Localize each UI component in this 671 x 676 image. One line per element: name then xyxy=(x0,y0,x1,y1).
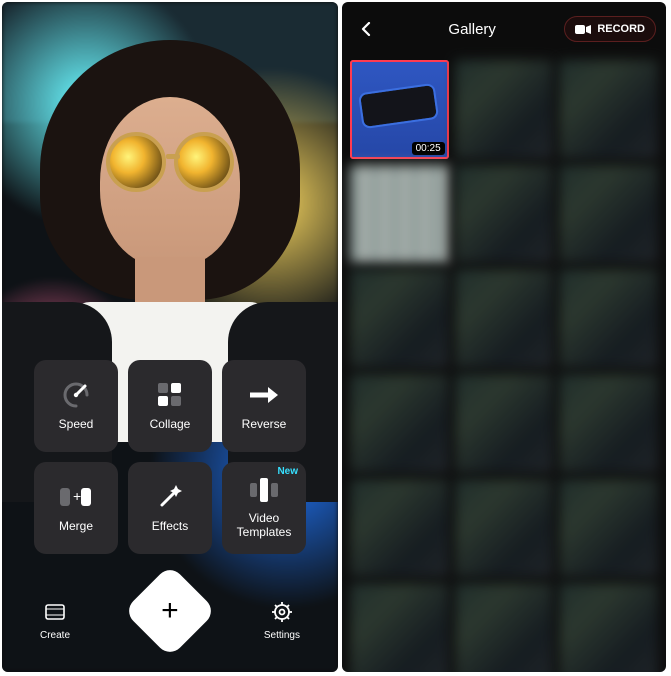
gallery-thumb[interactable] xyxy=(350,269,449,368)
gallery-thumb[interactable] xyxy=(455,479,554,578)
gallery-thumb[interactable] xyxy=(350,583,449,672)
gallery-thumb[interactable] xyxy=(559,479,658,578)
record-label: RECORD xyxy=(597,23,645,35)
gallery-thumb[interactable] xyxy=(559,583,658,672)
reverse-icon xyxy=(248,381,280,409)
tool-label: Video Templates xyxy=(222,512,306,540)
duration-badge: 00:25 xyxy=(412,142,445,155)
tool-grid: Speed Collage Reverse + Merge Effects xyxy=(34,360,306,554)
tool-label: Merge xyxy=(59,519,93,533)
nav-label: Create xyxy=(40,630,70,641)
gallery-topbar: Gallery RECORD xyxy=(342,2,666,56)
back-button[interactable] xyxy=(352,15,380,43)
gallery-thumb[interactable] xyxy=(559,269,658,368)
video-templates-icon xyxy=(249,476,279,504)
nav-create[interactable]: Create xyxy=(40,601,70,641)
gallery-thumb[interactable] xyxy=(350,165,449,264)
effects-icon xyxy=(156,483,184,511)
gallery-thumb[interactable] xyxy=(350,374,449,473)
tool-reverse[interactable]: Reverse xyxy=(222,360,306,452)
home-screen: Speed Collage Reverse + Merge Effects xyxy=(2,2,338,672)
page-title: Gallery xyxy=(448,21,496,38)
gear-icon xyxy=(271,601,293,626)
gallery-thumb-selected[interactable]: 00:25 xyxy=(350,60,449,159)
nav-settings[interactable]: Settings xyxy=(264,601,300,641)
nav-label: Settings xyxy=(264,630,300,641)
record-button[interactable]: RECORD xyxy=(564,16,656,42)
collage-icon xyxy=(157,381,183,409)
tool-speed[interactable]: Speed xyxy=(34,360,118,452)
tool-label: Speed xyxy=(59,417,94,431)
gallery-thumb[interactable] xyxy=(455,374,554,473)
gallery-thumb[interactable] xyxy=(559,374,658,473)
tool-label: Reverse xyxy=(242,417,287,431)
tool-label: Collage xyxy=(150,417,191,431)
gallery-thumb[interactable] xyxy=(455,165,554,264)
camera-icon xyxy=(575,24,591,35)
tool-label: Effects xyxy=(152,519,188,533)
speed-icon xyxy=(61,381,91,409)
tool-merge[interactable]: + Merge xyxy=(34,462,118,554)
gallery-grid: 00:25 xyxy=(342,56,666,672)
gallery-thumb[interactable] xyxy=(455,269,554,368)
plus-icon: + xyxy=(161,596,179,626)
chevron-left-icon xyxy=(359,22,373,36)
new-badge: New xyxy=(277,466,298,477)
gallery-thumb[interactable] xyxy=(559,60,658,159)
tool-collage[interactable]: Collage xyxy=(128,360,212,452)
gallery-screen: Gallery RECORD 00:25 xyxy=(342,2,666,672)
gallery-thumb[interactable] xyxy=(559,165,658,264)
svg-text:+: + xyxy=(73,488,81,504)
merge-icon: + xyxy=(59,483,93,511)
gallery-thumb[interactable] xyxy=(455,60,554,159)
filmstrip-icon xyxy=(44,601,66,626)
tool-effects[interactable]: Effects xyxy=(128,462,212,554)
gallery-thumb[interactable] xyxy=(455,583,554,672)
gallery-thumb[interactable] xyxy=(350,479,449,578)
tool-video-templates[interactable]: New Video Templates xyxy=(222,462,306,554)
